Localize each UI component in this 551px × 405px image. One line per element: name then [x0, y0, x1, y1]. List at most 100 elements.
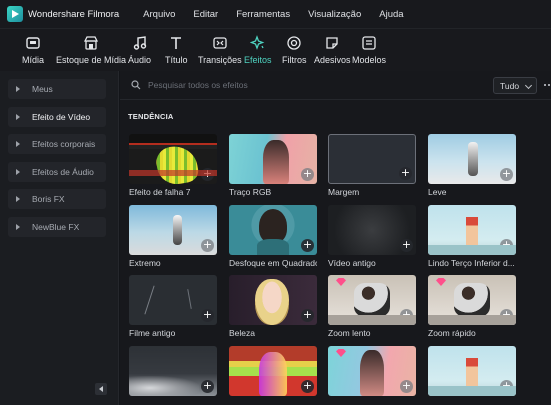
section-title: TENDÊNCIA — [128, 112, 174, 121]
effect-thumbnail: + — [229, 346, 317, 396]
effect-label: Margem — [328, 187, 360, 197]
sidebar-item-meus[interactable]: Meus — [8, 79, 106, 99]
tab-templates[interactable]: Modelos — [352, 35, 386, 65]
chevron-right-icon — [16, 196, 20, 202]
effect-thumbnail: + — [428, 346, 516, 396]
menu-editar[interactable]: Editar — [193, 9, 218, 20]
add-icon[interactable]: + — [301, 168, 314, 181]
menu-bar: Arquivo Editar Ferramentas Visualização … — [143, 9, 421, 20]
title-t-icon — [171, 37, 182, 49]
tab-effects[interactable]: Efeitos — [244, 35, 272, 65]
sidebar-item-boris-fx[interactable]: Boris FX — [8, 189, 106, 209]
effect-thumbnail: + — [229, 205, 317, 255]
menu-arquivo[interactable]: Arquivo — [143, 9, 175, 20]
tab-audio-label: Áudio — [128, 55, 152, 65]
chevron-right-icon — [16, 224, 20, 230]
effect-label: Filme antigo — [129, 328, 176, 338]
effect-thumbnail: + — [229, 134, 317, 184]
tab-filters[interactable]: Filtros — [282, 35, 307, 65]
asset-toolbar: Mídia Estoque de Mídia Áudio Título Tran… — [0, 28, 551, 71]
stock-media-icon — [83, 36, 99, 50]
add-icon[interactable]: + — [301, 239, 314, 252]
chevron-right-icon — [16, 169, 20, 175]
tab-stickers[interactable]: Adesivos — [314, 35, 351, 65]
collapse-sidebar-button[interactable] — [95, 383, 107, 395]
menu-ajuda[interactable]: Ajuda — [379, 9, 403, 20]
tab-title[interactable]: Título — [165, 35, 188, 65]
tab-audio[interactable]: Áudio — [128, 35, 151, 65]
tab-title-label: Título — [165, 55, 188, 65]
add-icon[interactable]: + — [500, 380, 513, 393]
add-icon[interactable]: + — [301, 309, 314, 322]
add-icon[interactable]: + — [400, 380, 413, 393]
chevron-down-icon — [524, 81, 533, 90]
add-icon[interactable]: + — [201, 239, 214, 252]
sidebar-item-label: NewBlue FX — [32, 222, 80, 232]
add-icon[interactable]: + — [400, 309, 413, 322]
add-icon[interactable]: + — [201, 380, 214, 393]
tab-transitions[interactable]: Transições — [198, 35, 242, 65]
sidebar-item-label: Efeitos corporais — [32, 139, 96, 149]
transitions-icon — [213, 37, 227, 49]
sidebar-item-label: Efeito de Vídeo — [32, 112, 91, 122]
tab-filters-label: Filtros — [282, 55, 307, 65]
sidebar-item-label: Boris FX — [32, 194, 65, 204]
add-icon[interactable]: + — [201, 309, 214, 322]
effect-thumbnail: + — [428, 134, 516, 184]
effect-thumbnail: + — [428, 275, 516, 325]
effect-thumbnail: + — [328, 275, 416, 325]
menu-ferramentas[interactable]: Ferramentas — [236, 9, 290, 20]
menu-visualizacao[interactable]: Visualização — [308, 9, 361, 20]
search-input[interactable] — [148, 77, 448, 93]
add-icon[interactable]: + — [301, 380, 314, 393]
effect-thumbnail: + — [129, 134, 217, 184]
effect-thumbnail: + — [129, 205, 217, 255]
effect-thumbnail: + — [129, 275, 217, 325]
chevron-right-icon — [16, 86, 20, 92]
tab-stock-media-label: Estoque de Mídia — [56, 55, 127, 65]
effects-sparkle-icon — [249, 35, 265, 50]
premium-gem-icon — [436, 278, 446, 286]
effect-label: Desfoque em Quadrado — [229, 258, 317, 268]
tab-stock-media[interactable]: Estoque de Mídia — [56, 35, 126, 65]
search-icon — [131, 80, 141, 90]
add-icon[interactable]: + — [400, 239, 413, 252]
app-name: Wondershare Filmora — [28, 8, 120, 20]
add-icon[interactable]: + — [500, 309, 513, 322]
title-bar: Wondershare Filmora Arquivo Editar Ferra… — [0, 0, 551, 28]
effect-thumbnail: + — [129, 346, 217, 396]
add-icon[interactable]: + — [500, 168, 513, 181]
filmora-logo-icon — [7, 6, 23, 22]
tab-transitions-label: Transições — [198, 55, 242, 65]
premium-gem-icon — [336, 278, 346, 286]
add-icon[interactable]: + — [399, 167, 412, 180]
sidebar-item-efeitos-de-audio[interactable]: Efeitos de Áudio — [8, 162, 106, 182]
effects-category-sidebar: Meus Efeito de Vídeo Efeitos corporais E… — [0, 71, 119, 405]
effect-thumbnail: + — [229, 275, 317, 325]
effect-label: Beleza — [229, 328, 255, 338]
add-icon[interactable]: + — [500, 239, 513, 252]
effects-browser: Tudo TENDÊNCIA + Efeito de falha 7 + Tra… — [120, 71, 551, 405]
effect-thumbnail: + — [428, 205, 516, 255]
add-icon[interactable]: + — [201, 168, 214, 181]
effect-label: Lindo Terço Inferior d... — [428, 258, 515, 268]
filter-dropdown[interactable]: Tudo — [493, 77, 537, 94]
filter-selected-value: Tudo — [500, 80, 520, 91]
more-options-icon[interactable] — [544, 84, 551, 86]
tab-stickers-label: Adesivos — [314, 55, 351, 65]
tab-media-label: Mídia — [22, 55, 45, 65]
search-bar: Tudo — [120, 71, 551, 100]
sidebar-item-efeitos-corporais[interactable]: Efeitos corporais — [8, 134, 106, 154]
effect-label: Efeito de falha 7 — [129, 187, 191, 197]
sidebar-item-label: Meus — [32, 84, 53, 94]
sidebar-item-efeito-de-video[interactable]: Efeito de Vídeo — [8, 107, 106, 127]
effect-label: Traço RGB — [229, 187, 272, 197]
tab-templates-label: Modelos — [352, 55, 387, 65]
effect-label: Vídeo antigo — [328, 258, 376, 268]
sidebar-item-newblue-fx[interactable]: NewBlue FX — [8, 217, 106, 237]
effect-label: Zoom rápido — [428, 328, 476, 338]
tab-media[interactable]: Mídia — [22, 35, 44, 65]
chevron-right-icon — [16, 114, 20, 120]
premium-gem-icon — [336, 349, 346, 357]
effect-label: Zoom lento — [328, 328, 371, 338]
